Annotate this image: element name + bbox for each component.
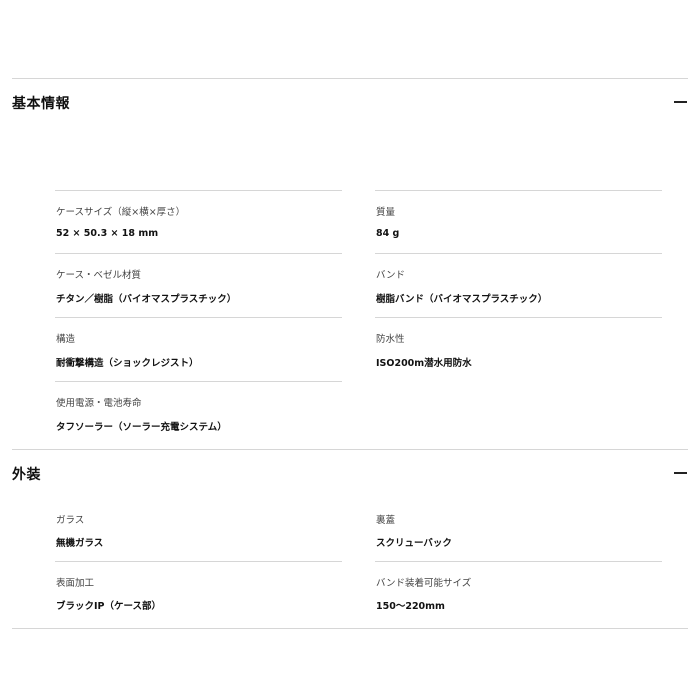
spec-divider (375, 253, 662, 254)
collapse-button-exterior[interactable] (668, 462, 694, 484)
spec-divider (375, 561, 662, 562)
spec-value-band: 樹脂バンド（バイオマスプラスチック） (376, 294, 548, 305)
spec-value-band-size: 150〜220mm (376, 601, 445, 612)
spec-divider (375, 317, 662, 318)
spec-value-weight: 84 g (376, 228, 400, 239)
spec-label-surface-finish: 表面加工 (56, 578, 95, 589)
spec-divider (375, 190, 662, 191)
spec-value-surface-finish: ブラックIP（ケース部） (56, 601, 162, 612)
spec-label-case-bezel-material: ケース・ベゼル材質 (56, 270, 142, 281)
spec-value-structure: 耐衝撃構造（ショックレジスト） (56, 358, 199, 369)
spec-label-case-size: ケースサイズ（縦×横×厚さ） (56, 207, 186, 218)
spec-value-case-size: 52 × 50.3 × 18 mm (56, 228, 159, 239)
collapse-button-basic-info[interactable] (668, 91, 694, 113)
spec-value-case-back: スクリューバック (376, 538, 452, 549)
spec-label-band-size: バンド装着可能サイズ (376, 578, 472, 589)
section-title-basic-info: 基本情報 (12, 96, 70, 112)
spec-divider (55, 190, 342, 191)
section-divider-bottom (12, 628, 688, 629)
spec-divider (55, 317, 342, 318)
spec-divider (55, 561, 342, 562)
minus-icon (674, 472, 687, 474)
spec-value-case-bezel-material: チタン／樹脂（バイオマスプラスチック） (56, 294, 237, 305)
spec-label-band: バンド (376, 270, 405, 281)
spec-label-case-back: 裏蓋 (376, 515, 396, 526)
section-title-exterior: 外装 (12, 467, 41, 483)
section-divider (12, 449, 688, 450)
minus-icon (674, 101, 687, 103)
spec-divider (55, 381, 342, 382)
spec-value-power-battery: タフソーラー（ソーラー充電システム） (56, 422, 227, 433)
spec-value-glass: 無機ガラス (56, 538, 104, 549)
spec-value-water-resistance: ISO200m潜水用防水 (376, 358, 472, 369)
spec-divider (55, 253, 342, 254)
section-divider-top (12, 78, 688, 79)
spec-label-glass: ガラス (56, 515, 85, 526)
spec-label-structure: 構造 (56, 334, 76, 345)
spec-label-water-resistance: 防水性 (376, 334, 405, 345)
spec-label-weight: 質量 (376, 207, 396, 218)
spec-label-power-battery: 使用電源・電池寿命 (56, 398, 142, 409)
